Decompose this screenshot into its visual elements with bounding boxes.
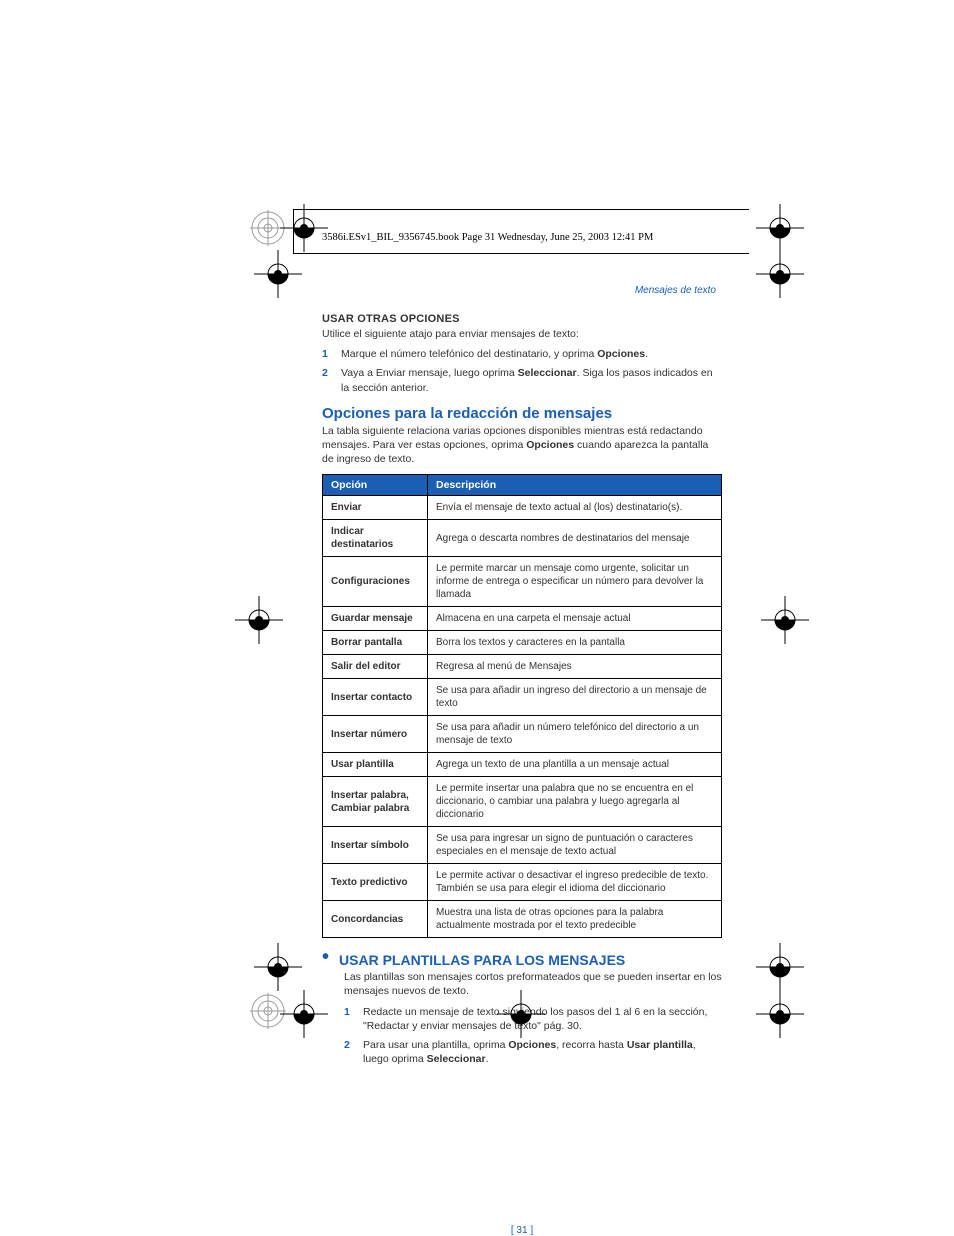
- heading-usar-plantillas: • USAR PLANTILLAS PARA LOS MENSAJES: [322, 952, 722, 968]
- table-row: Borrar pantallaBorra los textos y caract…: [323, 631, 722, 655]
- crosshair-icon: [497, 990, 545, 1038]
- description-cell: Le permite insertar una palabra que no s…: [428, 777, 722, 827]
- page-number: [ 31 ]: [322, 1225, 722, 1236]
- option-cell: Insertar palabra, Cambiar palabra: [323, 777, 428, 827]
- table-row: EnviarEnvía el mensaje de texto actual a…: [323, 496, 722, 520]
- crosshair-icon: [235, 596, 283, 644]
- crosshair-icon: [756, 250, 804, 298]
- crosshair-icon: [280, 990, 328, 1038]
- step-2: 2 Vaya a Enviar mensaje, luego oprima Se…: [322, 366, 722, 394]
- crosshair-icon: [761, 596, 809, 644]
- description-cell: Almacena en una carpeta el mensaje actua…: [428, 607, 722, 631]
- description-cell: Le permite activar o desactivar el ingre…: [428, 864, 722, 901]
- table-row: Insertar contactoSe usa para añadir un i…: [323, 679, 722, 716]
- description-cell: Le permite marcar un mensaje como urgent…: [428, 557, 722, 607]
- option-cell: Guardar mensaje: [323, 607, 428, 631]
- description-cell: Agrega un texto de una plantilla a un me…: [428, 753, 722, 777]
- table-row: Insertar palabra, Cambiar palabraLe perm…: [323, 777, 722, 827]
- option-cell: Borrar pantalla: [323, 631, 428, 655]
- description-cell: Agrega o descarta nombres de destinatari…: [428, 520, 722, 557]
- table-row: Guardar mensajeAlmacena en una carpeta e…: [323, 607, 722, 631]
- crosshair-icon: [280, 204, 328, 252]
- plantillas-step-2: 2 Para usar una plantilla, oprima Opcion…: [344, 1038, 722, 1066]
- description-cell: Se usa para ingresar un signo de puntuac…: [428, 827, 722, 864]
- page-body: USAR OTRAS OPCIONES Utilice el siguiente…: [322, 285, 722, 1071]
- description-cell: Regresa al menú de Mensajes: [428, 655, 722, 679]
- option-cell: Concordancias: [323, 901, 428, 938]
- crosshair-icon: [756, 204, 804, 252]
- table-row: Salir del editorRegresa al menú de Mensa…: [323, 655, 722, 679]
- description-cell: Se usa para añadir un ingreso del direct…: [428, 679, 722, 716]
- crosshair-icon: [254, 943, 302, 991]
- option-cell: Usar plantilla: [323, 753, 428, 777]
- option-cell: Insertar símbolo: [323, 827, 428, 864]
- option-cell: Texto predictivo: [323, 864, 428, 901]
- crosshair-icon: [756, 943, 804, 991]
- table-row: Indicar destinatariosAgrega o descarta n…: [323, 520, 722, 557]
- opciones-intro: La tabla siguiente relaciona varias opci…: [322, 424, 722, 467]
- description-cell: Muestra una lista de otras opciones para…: [428, 901, 722, 938]
- crosshair-icon: [254, 250, 302, 298]
- option-cell: Enviar: [323, 496, 428, 520]
- th-descripcion: Descripción: [428, 475, 722, 496]
- table-row: ConfiguracionesLe permite marcar un mens…: [323, 557, 722, 607]
- description-cell: Se usa para añadir un número telefónico …: [428, 716, 722, 753]
- options-table: Opción Descripción EnviarEnvía el mensaj…: [322, 474, 722, 938]
- heading-opciones-redaccion: Opciones para la redacción de mensajes: [322, 405, 722, 422]
- table-row: Texto predictivoLe permite activar o des…: [323, 864, 722, 901]
- option-cell: Insertar contacto: [323, 679, 428, 716]
- step-1: 1 Marque el número telefónico del destin…: [322, 347, 722, 361]
- option-cell: Indicar destinatarios: [323, 520, 428, 557]
- description-cell: Borra los textos y caracteres en la pant…: [428, 631, 722, 655]
- table-row: Insertar símboloSe usa para ingresar un …: [323, 827, 722, 864]
- option-cell: Salir del editor: [323, 655, 428, 679]
- crosshair-icon: [756, 990, 804, 1038]
- print-header: 3586i.ESv1_BIL_9356745.book Page 31 Wedn…: [322, 232, 653, 243]
- section-1-intro: Utilice el siguiente atajo para enviar m…: [322, 327, 722, 341]
- table-row: ConcordanciasMuestra una lista de otras …: [323, 901, 722, 938]
- section-title-1: USAR OTRAS OPCIONES: [322, 313, 722, 325]
- option-cell: Configuraciones: [323, 557, 428, 607]
- table-row: Usar plantillaAgrega un texto de una pla…: [323, 753, 722, 777]
- table-row: Insertar númeroSe usa para añadir un núm…: [323, 716, 722, 753]
- th-opcion: Opción: [323, 475, 428, 496]
- description-cell: Envía el mensaje de texto actual al (los…: [428, 496, 722, 520]
- option-cell: Insertar número: [323, 716, 428, 753]
